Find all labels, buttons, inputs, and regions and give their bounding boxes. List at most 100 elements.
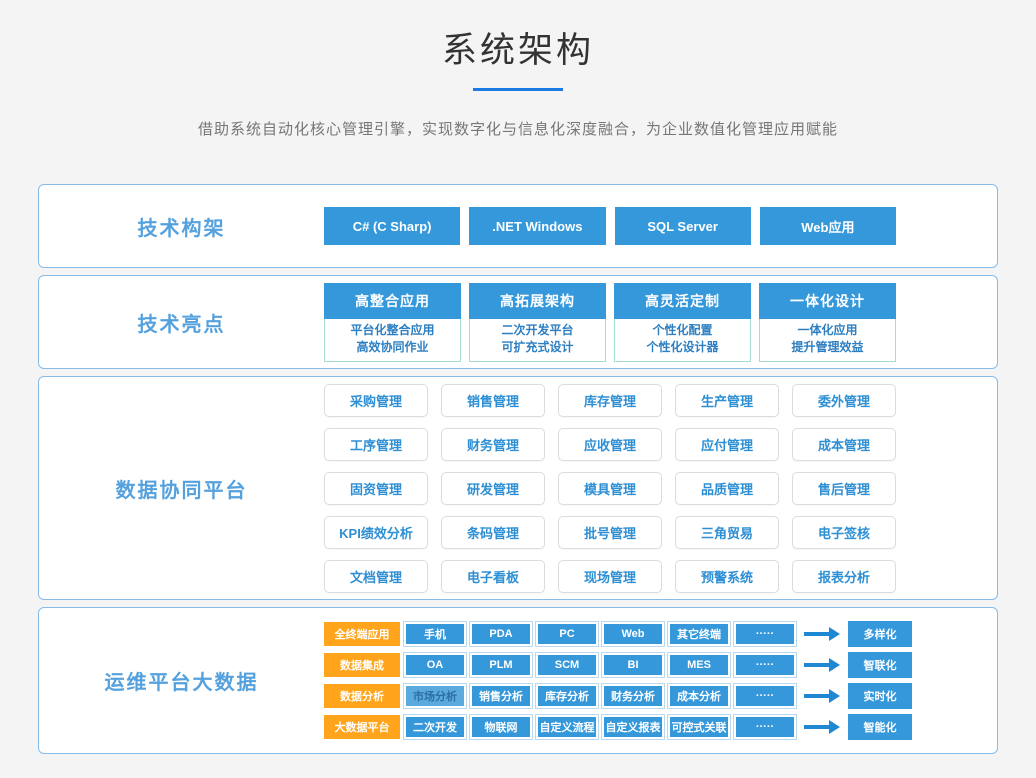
module-button: 电子签核: [792, 516, 896, 549]
ops-item-chip-ellipsis: ·····: [734, 715, 796, 739]
ops-category-chip: 数据集成: [324, 653, 400, 677]
section-tech-framework: 技术构架 C# (C Sharp) .NET Windows SQL Serve…: [38, 184, 998, 268]
highlight-card-line: 提升管理效益: [760, 339, 895, 356]
module-button: 研发管理: [441, 472, 545, 505]
ops-item-chip: MES: [668, 653, 730, 677]
module-button: 预警系统: [675, 560, 779, 593]
module-button: 报表分析: [792, 560, 896, 593]
module-button: 成本管理: [792, 428, 896, 461]
module-button: 应付管理: [675, 428, 779, 461]
ops-item-chip: 自定义报表: [602, 715, 664, 739]
module-button: 现场管理: [558, 560, 662, 593]
highlight-card-line: 平台化整合应用: [325, 322, 460, 339]
module-button: 应收管理: [558, 428, 662, 461]
ops-item-chip: 可控式关联: [668, 715, 730, 739]
ops-item-chip: 二次开发: [404, 715, 466, 739]
ops-row-bigdata: 大数据平台 二次开发 物联网 自定义流程 自定义报表 可控式关联 ····· 智…: [324, 714, 930, 740]
module-button: 销售管理: [441, 384, 545, 417]
section-tech-highlights: 技术亮点 高整合应用 平台化整合应用 高效协同作业 高拓展架构 二次开发平台 可…: [38, 275, 998, 369]
ops-item-chip: 库存分析: [536, 684, 598, 708]
highlight-card: 高拓展架构 二次开发平台 可扩充式设计: [469, 283, 606, 362]
module-button: 电子看板: [441, 560, 545, 593]
ops-item-chip: PC: [536, 622, 598, 646]
ops-row-integration: 数据集成 OA PLM SCM BI MES ····· 智联化: [324, 652, 930, 678]
ops-item-chip: Web: [602, 622, 664, 646]
highlight-card-body: 二次开发平台 可扩充式设计: [469, 319, 606, 362]
highlight-card-body: 一体化应用 提升管理效益: [759, 319, 896, 362]
page-header: 系统架构 借助系统自动化核心管理引擎，实现数字化与信息化深度融合，为企业数值化管…: [0, 0, 1036, 139]
ops-result-chip: 多样化: [848, 621, 912, 647]
title-underline-divider: [473, 88, 563, 91]
ops-item-chip: OA: [404, 653, 466, 677]
highlight-card-title: 高拓展架构: [469, 283, 606, 319]
ops-item-chip-ellipsis: ·····: [734, 622, 796, 646]
arrow-right-icon: [804, 720, 840, 734]
arrow-right-icon: [804, 689, 840, 703]
module-button: KPI绩效分析: [324, 516, 428, 549]
tech-button-dotnet-windows: .NET Windows: [469, 207, 605, 245]
section-data-platform: 数据协同平台 采购管理 销售管理 库存管理 生产管理 委外管理 工序管理 财务管…: [38, 376, 998, 600]
highlight-card-line: 个性化设计器: [615, 339, 750, 356]
module-button: 模具管理: [558, 472, 662, 505]
ops-platform-label: 运维平台大数据: [39, 666, 324, 695]
module-button: 财务管理: [441, 428, 545, 461]
ops-category-chip: 数据分析: [324, 684, 400, 708]
module-button: 采购管理: [324, 384, 428, 417]
module-button: 条码管理: [441, 516, 545, 549]
module-button: 委外管理: [792, 384, 896, 417]
ops-platform-rows: 全终端应用 手机 PDA PC Web 其它终端 ····· 多样化 数据集成 …: [324, 621, 930, 740]
highlight-card-body: 个性化配置 个性化设计器: [614, 319, 751, 362]
tech-highlights-cards: 高整合应用 平台化整合应用 高效协同作业 高拓展架构 二次开发平台 可扩充式设计…: [324, 283, 896, 362]
module-button: 生产管理: [675, 384, 779, 417]
highlight-card-title: 高整合应用: [324, 283, 461, 319]
ops-item-chip: PDA: [470, 622, 532, 646]
module-button: 售后管理: [792, 472, 896, 505]
ops-category-chip: 大数据平台: [324, 715, 400, 739]
tech-highlights-label: 技术亮点: [39, 308, 324, 337]
ops-row-analysis: 数据分析 市场分析 销售分析 库存分析 财务分析 成本分析 ····· 实时化: [324, 683, 930, 709]
tech-button-csharp: C# (C Sharp): [324, 207, 460, 245]
highlight-card-line: 个性化配置: [615, 322, 750, 339]
ops-item-chip-ellipsis: ·····: [734, 684, 796, 708]
highlight-card: 高整合应用 平台化整合应用 高效协同作业: [324, 283, 461, 362]
highlight-card-line: 高效协同作业: [325, 339, 460, 356]
tech-framework-buttons: C# (C Sharp) .NET Windows SQL Server Web…: [324, 207, 896, 245]
ops-item-chip: 销售分析: [470, 684, 532, 708]
highlight-card-body: 平台化整合应用 高效协同作业: [324, 319, 461, 362]
ops-item-chip: 物联网: [470, 715, 532, 739]
section-ops-platform: 运维平台大数据 全终端应用 手机 PDA PC Web 其它终端 ····· 多…: [38, 607, 998, 754]
ops-item-chip: 其它终端: [668, 622, 730, 646]
highlight-card-line: 一体化应用: [760, 322, 895, 339]
arrow-right-icon: [804, 658, 840, 672]
data-platform-label: 数据协同平台: [39, 474, 324, 503]
arrow-right-icon: [804, 627, 840, 641]
ops-item-chip: 成本分析: [668, 684, 730, 708]
tech-button-sql-server: SQL Server: [615, 207, 751, 245]
highlight-card-line: 二次开发平台: [470, 322, 605, 339]
module-button: 库存管理: [558, 384, 662, 417]
tech-button-web-app: Web应用: [760, 207, 896, 245]
ops-item-chip: 财务分析: [602, 684, 664, 708]
highlight-card-line: 可扩充式设计: [470, 339, 605, 356]
ops-category-chip: 全终端应用: [324, 622, 400, 646]
ops-item-chip: PLM: [470, 653, 532, 677]
ops-row-terminals: 全终端应用 手机 PDA PC Web 其它终端 ····· 多样化: [324, 621, 930, 647]
highlight-card: 一体化设计 一体化应用 提升管理效益: [759, 283, 896, 362]
ops-item-chip: 市场分析: [404, 684, 466, 708]
highlight-card-title: 一体化设计: [759, 283, 896, 319]
module-button: 批号管理: [558, 516, 662, 549]
highlight-card: 高灵活定制 个性化配置 个性化设计器: [614, 283, 751, 362]
ops-item-chip: SCM: [536, 653, 598, 677]
module-button: 工序管理: [324, 428, 428, 461]
module-button: 三角贸易: [675, 516, 779, 549]
tech-framework-label: 技术构架: [39, 212, 324, 241]
ops-item-chip-ellipsis: ·····: [734, 653, 796, 677]
page-title: 系统架构: [0, 22, 1036, 73]
ops-item-chip: 手机: [404, 622, 466, 646]
ops-item-chip: BI: [602, 653, 664, 677]
module-button: 品质管理: [675, 472, 779, 505]
ops-result-chip: 智能化: [848, 714, 912, 740]
ops-item-chip: 自定义流程: [536, 715, 598, 739]
module-button: 文档管理: [324, 560, 428, 593]
data-platform-module-grid: 采购管理 销售管理 库存管理 生产管理 委外管理 工序管理 财务管理 应收管理 …: [324, 384, 896, 593]
